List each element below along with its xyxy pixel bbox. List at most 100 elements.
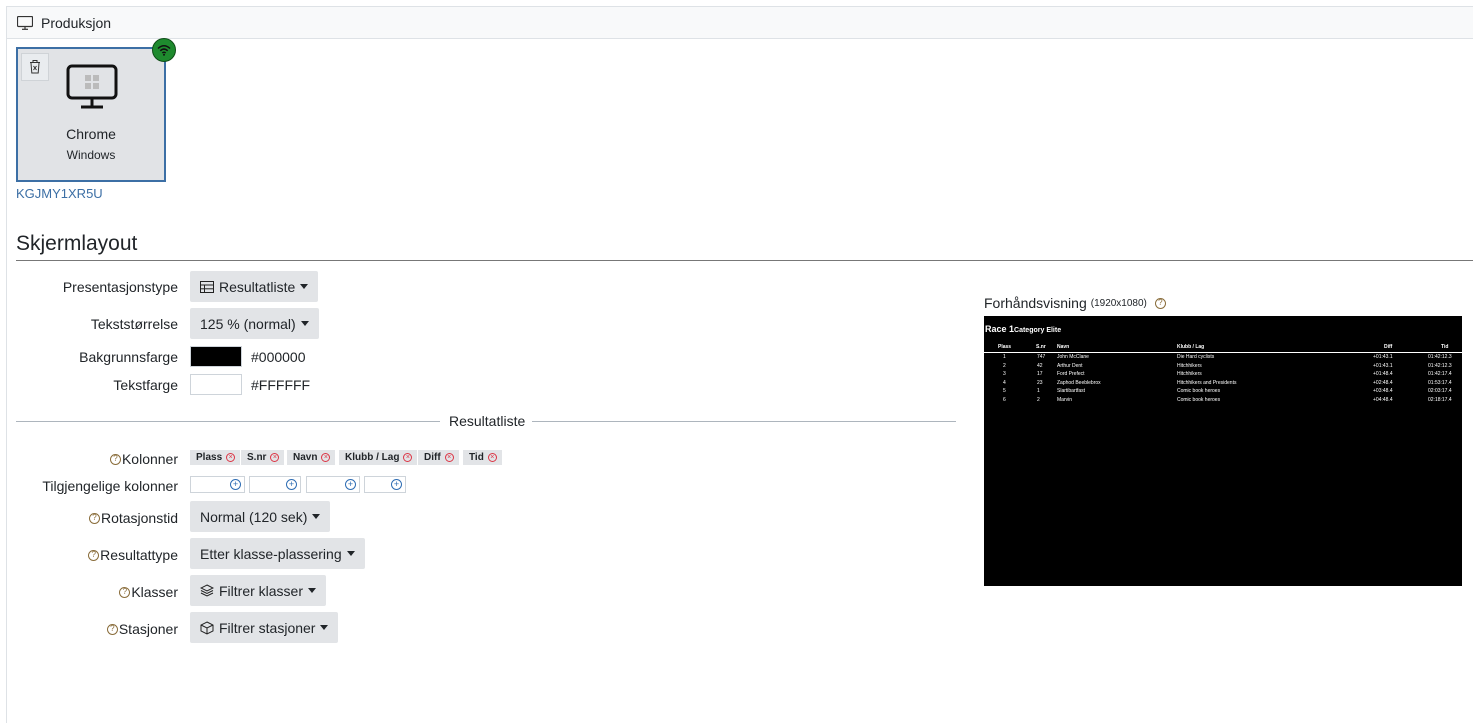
preview-cell: 17 [1037, 371, 1043, 377]
preview-header-navn: Navn [1057, 344, 1070, 350]
preview-table-header: Plass S.nr Navn Klubb / Lag Diff Tid [984, 344, 1462, 352]
text-color-value: #FFFFFF [251, 377, 311, 393]
presentation-type-label: Presentasjonstype [62, 279, 178, 295]
stations-label-text: Stasjoner [118, 621, 178, 637]
stations-filter-dropdown[interactable]: Filtrer stasjoner [190, 612, 339, 643]
remove-icon[interactable]: × [444, 453, 454, 462]
help-icon[interactable]: ? [106, 623, 118, 635]
result-type-dropdown[interactable]: Etter klasse-plassering [190, 538, 365, 569]
text-size-dropdown[interactable]: 125 % (normal) [190, 308, 319, 339]
preview-cell: Slartibartfast [1057, 388, 1086, 394]
presentation-type-value: Resultatliste [219, 278, 296, 295]
preview-title-text: Forhåndsvisning [984, 295, 1087, 311]
trash-icon [29, 60, 41, 74]
help-icon[interactable]: ? [109, 453, 121, 465]
device-card[interactable]: Chrome Windows [16, 47, 166, 182]
columns-label-text: Kolonner [121, 451, 178, 467]
device-browser-name: Chrome [66, 126, 116, 142]
windows-monitor-icon [66, 64, 118, 115]
preview-cell: 01:53:17.4 [1428, 379, 1452, 386]
caret-down-icon [346, 551, 355, 556]
preview-cell: Zaphod Beeblebrox [1057, 379, 1101, 386]
top-bar-title: Produksjon [41, 14, 112, 31]
column-chip-diff: Diff × [418, 450, 459, 465]
column-chip-label: Diff [424, 452, 441, 463]
available-column-slot[interactable]: + [190, 476, 245, 493]
column-chip-label: Plass [196, 452, 223, 463]
preview-race-name: Race 1 [985, 324, 1015, 334]
column-chip-plass: Plass × [190, 450, 241, 465]
help-icon[interactable]: ? [119, 586, 131, 598]
preview-header-tid: Tid [1441, 344, 1449, 350]
column-chip-navn: Navn × [287, 450, 336, 465]
column-chip-tid: Tid × [463, 450, 502, 465]
presentation-type-dropdown[interactable]: Resultatliste [190, 271, 319, 302]
preview-cell: 01:42:17.4 [1428, 371, 1452, 377]
rotation-value: Normal (120 sek) [200, 508, 308, 525]
preview-header-plass: Plass [998, 344, 1012, 350]
add-icon[interactable]: + [391, 479, 402, 490]
caret-down-icon [300, 321, 309, 326]
add-icon[interactable]: + [286, 479, 297, 490]
preview-cell: 42 [1037, 362, 1043, 369]
caret-down-icon [320, 625, 329, 630]
preview-cell: Arthur Dent [1057, 362, 1083, 369]
column-chip-label: S.nr [247, 452, 267, 463]
result-type-value: Etter klasse-plassering [200, 545, 342, 562]
device-os: Windows [66, 148, 116, 162]
classes-filter-dropdown[interactable]: Filtrer klasser [190, 575, 327, 606]
add-icon[interactable]: + [230, 479, 241, 490]
divider-line-right [532, 421, 956, 422]
remove-icon[interactable]: × [321, 453, 331, 462]
available-column-slot[interactable]: + [249, 476, 301, 493]
column-chip-label: Navn [293, 452, 318, 463]
remove-icon[interactable]: × [403, 453, 413, 462]
preview-row: 5 1 Slartibartfast Comic book heroes +03:48.… [984, 388, 1462, 396]
text-color-swatch[interactable] [190, 374, 242, 395]
text-color-label: Tekstfarge [113, 377, 178, 393]
column-chip-snr: S.nr × [241, 450, 285, 465]
preview-cell: 747 [1037, 354, 1046, 360]
caret-down-icon [312, 514, 321, 519]
text-size-value: 125 % (normal) [200, 315, 296, 332]
section-divider [16, 260, 1473, 261]
background-color-swatch[interactable] [190, 346, 242, 367]
preview-cell: 01:42:12.3 [1428, 362, 1452, 369]
add-icon[interactable]: + [345, 479, 356, 490]
preview-row: 6 2 Marvin Comic book heroes +04:48.4 02:18:1… [984, 397, 1462, 405]
help-icon[interactable]: ? [1154, 297, 1166, 309]
column-chip-label: Klubb / Lag [345, 452, 400, 463]
help-icon[interactable]: ? [88, 549, 100, 561]
stations-label: ? Stasjoner [106, 621, 178, 637]
preview-title: Forhåndsvisning (1920x1080) ? [984, 295, 1167, 311]
top-bar: Produksjon [6, 6, 1473, 39]
preview-header-diff: Diff [1384, 344, 1393, 350]
background-color-value: #000000 [251, 349, 306, 365]
remove-icon[interactable]: × [487, 453, 497, 462]
device-id: KGJMY1XR5U [16, 186, 103, 201]
preview-cell: 1 [1003, 354, 1006, 360]
monitor-icon [17, 15, 33, 30]
preview-cell: +01:48.4 [1373, 371, 1393, 377]
preview-header-klubb: Klubb / Lag [1177, 344, 1205, 350]
remove-icon[interactable]: × [270, 453, 280, 462]
classes-label-text: Klasser [131, 584, 178, 600]
available-column-slot[interactable]: + [364, 476, 406, 493]
preview-cell: Marvin [1057, 396, 1073, 403]
result-type-label-text: Resultattype [100, 547, 178, 563]
delete-device-button[interactable] [21, 53, 49, 81]
preview-cell: 2 [1037, 396, 1040, 403]
subsection-title: Resultatliste [449, 413, 526, 429]
preview-row: 4 23 Zaphod Beeblebrox Hitchhikers and Pres… [984, 380, 1462, 388]
help-icon[interactable]: ? [88, 512, 100, 524]
preview-header-rule [984, 352, 1462, 353]
stations-filter-value: Filtrer stasjoner [219, 619, 316, 636]
available-column-slot[interactable]: + [306, 476, 360, 493]
preview-cell: +01:43.1 [1373, 354, 1393, 360]
rotation-dropdown[interactable]: Normal (120 sek) [190, 501, 331, 532]
preview-cell: +03:48.4 [1373, 388, 1393, 394]
caret-down-icon [308, 588, 317, 593]
remove-icon[interactable]: × [226, 453, 236, 462]
preview-cell: Hitchhikers and Presidents [1177, 379, 1237, 386]
preview-cell: John McClane [1057, 354, 1089, 360]
